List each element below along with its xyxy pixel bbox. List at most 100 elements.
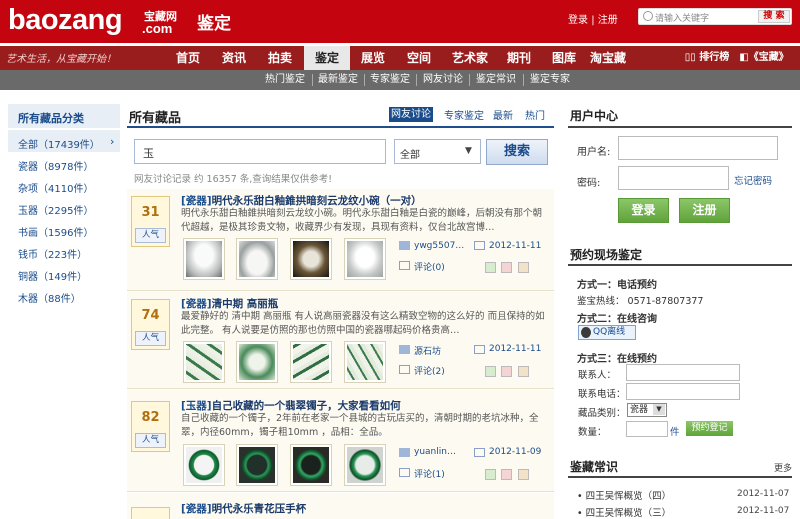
search-button[interactable]: 搜 索 [758, 10, 790, 23]
subnav-discussion[interactable]: 网友讨论 [423, 70, 463, 90]
nav-item-exhibition[interactable]: 展览 [352, 46, 394, 70]
search-submit-button[interactable]: 搜索 [486, 139, 548, 165]
booking-way-form: 方式三：在线预约 [577, 354, 657, 365]
item-thumbnail[interactable] [290, 238, 332, 280]
category-item-misc[interactable]: 杂项（4110件） [18, 180, 93, 195]
qty-unit: 件 [670, 427, 680, 438]
site-logo[interactable]: baozang [8, 4, 123, 37]
post-user[interactable]: 源石坊 [414, 344, 441, 357]
tab-expert[interactable]: 专家鉴定 [444, 107, 484, 122]
title-divider [127, 126, 554, 128]
forgot-password-link[interactable]: 忘记密码 [734, 173, 772, 187]
thumbs-down-icon[interactable] [501, 366, 512, 377]
phone-field[interactable] [626, 383, 740, 400]
account-links: 登录 | 注册 [568, 11, 618, 26]
login-button[interactable]: 登录 [618, 198, 669, 223]
thumbs-up-icon[interactable] [485, 469, 496, 480]
subnav-divider [364, 74, 365, 86]
keyword-input[interactable]: 玉 [134, 139, 386, 164]
tab-hot[interactable]: 热门 [525, 107, 545, 122]
tab-discussion[interactable]: 网友讨论 [389, 107, 433, 122]
post-title[interactable]: [瓷器]清中期 高丽瓶 [181, 296, 278, 311]
slogan: 艺术生活，从宝藏开始！ [6, 54, 116, 65]
category-item-painting[interactable]: 书画（1596件） [18, 224, 93, 239]
item-thumbnail[interactable] [290, 444, 332, 486]
subnav-hot[interactable]: 热门鉴定 [265, 70, 305, 90]
password-field[interactable] [618, 166, 729, 190]
username-field[interactable] [618, 136, 778, 160]
post-title[interactable]: [瓷器]明代永乐青花压手杯 [181, 501, 306, 516]
comment-link[interactable]: 评论(2) [414, 364, 445, 377]
site-search[interactable]: 请输入关键字 搜 索 [638, 8, 792, 25]
post-user[interactable]: ywg5507… [414, 241, 464, 251]
login-link[interactable]: 登录 [568, 15, 588, 26]
nav-item-gallery[interactable]: 图库 [543, 46, 585, 70]
knowledge-item[interactable]: • 四王吴恽概览（三） [577, 505, 671, 519]
popularity-button[interactable]: 人气 [135, 433, 166, 448]
nav-item-ranking[interactable]: ▯▯ 排行榜 [680, 46, 734, 70]
post-user[interactable]: yuanlin… [414, 447, 456, 457]
nav-item-space[interactable]: 空间 [398, 46, 440, 70]
post-title[interactable]: [玉器]自己收藏的一个翡翠镯子，大家看看如何 [181, 398, 401, 413]
tab-latest[interactable]: 最新 [493, 107, 513, 122]
item-thumbnail[interactable] [183, 238, 225, 280]
quantity-field[interactable] [626, 421, 668, 437]
subnav-divider [469, 74, 470, 86]
ranking-icon: ▯▯ [684, 52, 700, 63]
flag-icon[interactable] [518, 366, 529, 377]
contact-field[interactable] [626, 364, 740, 381]
subnav-knowledge[interactable]: 鉴定常识 [476, 70, 516, 90]
register-link[interactable]: 注册 [598, 15, 618, 26]
subnav-divider [312, 74, 313, 86]
more-link[interactable]: 更多 [774, 461, 792, 474]
item-thumbnail[interactable] [344, 341, 386, 383]
subnav-latest[interactable]: 最新鉴定 [318, 70, 358, 90]
nav-item-appraisal[interactable]: 鉴定 [306, 46, 348, 70]
item-thumbnail[interactable] [183, 341, 225, 383]
nav-item-home[interactable]: 首页 [167, 46, 209, 70]
item-thumbnail[interactable] [344, 444, 386, 486]
comment-icon [399, 261, 410, 270]
category-item-wood[interactable]: 木器（88件） [18, 290, 81, 305]
knowledge-item[interactable]: • 四王吴恽概览（四） [577, 488, 671, 502]
item-thumbnail[interactable] [236, 341, 278, 383]
search-input[interactable]: 请输入关键字 [655, 11, 709, 24]
chevron-right-icon: › [110, 135, 115, 148]
password-label: 密码: [577, 178, 601, 189]
post-title[interactable]: [瓷器]明代永乐甜白釉錐拱暗刻云龙纹小碗（一对） [181, 193, 422, 208]
category-item-coin[interactable]: 钱币（223件） [18, 246, 87, 261]
comment-link[interactable]: 评论(0) [414, 260, 445, 273]
category-item-jade[interactable]: 玉器（2295件） [18, 202, 93, 217]
nav-item-news[interactable]: 资讯 [213, 46, 255, 70]
thumbs-down-icon[interactable] [501, 262, 512, 273]
item-thumbnail[interactable] [183, 444, 225, 486]
popularity-score [131, 507, 170, 519]
thumbs-up-icon[interactable] [485, 366, 496, 377]
nav-item-magazine[interactable]: ◧《宝藏》 [733, 46, 795, 70]
category-item-all[interactable]: 全部（17439件） [18, 136, 100, 151]
thumbs-up-icon[interactable] [485, 262, 496, 273]
item-thumbnail[interactable] [236, 444, 278, 486]
item-thumbnail[interactable] [236, 238, 278, 280]
popularity-button[interactable]: 人气 [135, 228, 166, 243]
qq-offline-button[interactable]: QQ离线 [578, 325, 636, 340]
subnav-expert[interactable]: 专家鉴定 [370, 70, 410, 90]
thumbs-down-icon[interactable] [501, 469, 512, 480]
nav-item-taobaozang[interactable]: 淘宝藏 [585, 46, 631, 70]
subnav-experts[interactable]: 鉴定专家 [530, 70, 570, 90]
comment-link[interactable]: 评论(1) [414, 467, 445, 480]
category-item-bronze[interactable]: 铜器（149件） [18, 268, 87, 283]
nav-item-journal[interactable]: 期刊 [498, 46, 540, 70]
contact-label: 联系人： [578, 370, 617, 381]
nav-item-auction[interactable]: 拍卖 [259, 46, 301, 70]
nav-item-artist[interactable]: 艺术家 [444, 46, 496, 70]
flag-icon[interactable] [518, 469, 529, 480]
register-button[interactable]: 注册 [679, 198, 730, 223]
booking-submit-button[interactable]: 预约登记 [686, 421, 733, 436]
category-item-porcelain[interactable]: 瓷器（8978件） [18, 158, 93, 173]
booking-way-online: 方式二：在线咨询 [577, 314, 657, 325]
flag-icon[interactable] [518, 262, 529, 273]
item-thumbnail[interactable] [290, 341, 332, 383]
popularity-button[interactable]: 人气 [135, 331, 166, 346]
item-thumbnail[interactable] [344, 238, 386, 280]
